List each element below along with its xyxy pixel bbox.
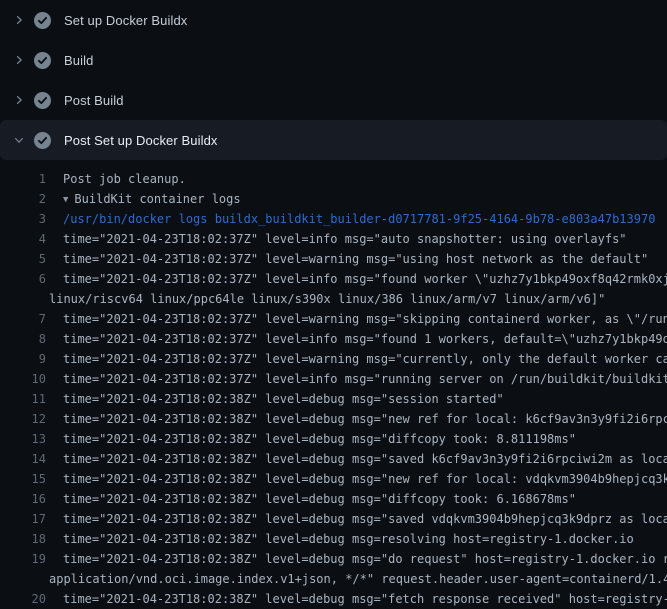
log-line-10: 10 time="2021-04-23T18:02:37Z" level=info… xyxy=(0,369,667,389)
step-label: Post Build xyxy=(64,93,124,108)
group-collapse-triangle-icon[interactable]: ▼ xyxy=(63,190,68,209)
log-text: Post job cleanup. xyxy=(63,169,186,189)
log-text: application/vnd.oci.image.index.v1+json,… xyxy=(49,569,667,589)
log-line-number[interactable]: 7 xyxy=(0,309,46,329)
log-text: time="2021-04-23T18:02:38Z" level=debug … xyxy=(63,549,667,569)
log-text: time="2021-04-23T18:02:38Z" level=debug … xyxy=(63,389,504,409)
log-area: 1 Post job cleanup. 2 ▼ BuildKit container l… xyxy=(0,160,667,609)
log-line-number[interactable]: 2 xyxy=(0,189,46,209)
log-line-number[interactable]: 6 xyxy=(0,269,46,289)
log-line-4: 4 time="2021-04-23T18:02:37Z" level=info … xyxy=(0,229,667,249)
log-line-8: 8 time="2021-04-23T18:02:37Z" level=info … xyxy=(0,329,667,349)
log-line-6: 6 time="2021-04-23T18:02:37Z" level=info … xyxy=(0,269,667,289)
log-line-number[interactable]: 17 xyxy=(0,509,46,529)
log-line-number[interactable]: 20 xyxy=(0,589,46,609)
log-line-number[interactable]: 14 xyxy=(0,449,46,469)
log-text: time="2021-04-23T18:02:37Z" level=warnin… xyxy=(63,309,667,329)
log-text: time="2021-04-23T18:02:38Z" level=debug … xyxy=(63,449,667,469)
step-row-post-set-up-docker-buildx[interactable]: Post Set up Docker Buildx xyxy=(0,120,667,160)
log-text: time="2021-04-23T18:02:38Z" level=debug … xyxy=(63,409,667,429)
log-line-number[interactable]: 5 xyxy=(0,249,46,269)
log-line-number[interactable]: 19 xyxy=(0,549,46,569)
log-line-19: 19 time="2021-04-23T18:02:38Z" level=debu… xyxy=(0,549,667,569)
check-circle-icon xyxy=(34,92,51,109)
log-command-text: /usr/bin/docker logs buildx_buildkit_bui… xyxy=(63,209,655,229)
log-line-15: 15 time="2021-04-23T18:02:38Z" level=debu… xyxy=(0,469,667,489)
log-text: time="2021-04-23T18:02:37Z" level=info m… xyxy=(63,329,667,349)
log-line-14: 14 time="2021-04-23T18:02:38Z" level=debu… xyxy=(0,449,667,469)
log-line-number[interactable]: 3 xyxy=(0,209,46,229)
step-label: Set up Docker Buildx xyxy=(64,13,187,28)
step-row-build[interactable]: Build xyxy=(0,40,667,80)
log-text: time="2021-04-23T18:02:37Z" level=warnin… xyxy=(63,249,648,269)
log-line-9: 9 time="2021-04-23T18:02:37Z" level=warni… xyxy=(0,349,667,369)
check-circle-icon xyxy=(34,12,51,29)
log-line-16: 16 time="2021-04-23T18:02:38Z" level=debu… xyxy=(0,489,667,509)
step-label: Post Set up Docker Buildx xyxy=(64,133,218,148)
log-line-number[interactable]: 12 xyxy=(0,409,46,429)
steps-list: Set up Docker Buildx Build Post Build Post … xyxy=(0,0,667,160)
log-line-number[interactable]: 18 xyxy=(0,529,46,549)
log-text: time="2021-04-23T18:02:38Z" level=debug … xyxy=(63,429,576,449)
log-line-number[interactable]: 11 xyxy=(0,389,46,409)
chevron-right-icon[interactable] xyxy=(12,53,26,67)
log-text: time="2021-04-23T18:02:38Z" level=debug … xyxy=(63,509,667,529)
log-line-2: 2 ▼ BuildKit container logs xyxy=(0,189,667,209)
log-text: linux/riscv64 linux/ppc64le linux/s390x … xyxy=(49,289,605,309)
log-text: time="2021-04-23T18:02:38Z" level=debug … xyxy=(63,589,667,609)
log-line-number[interactable]: 13 xyxy=(0,429,46,449)
log-line-1: 1 Post job cleanup. xyxy=(0,169,667,189)
log-line-continuation: application/vnd.oci.image.index.v1+json,… xyxy=(0,569,667,589)
log-line-number[interactable]: 4 xyxy=(0,229,46,249)
log-text: time="2021-04-23T18:02:38Z" level=debug … xyxy=(63,529,634,549)
log-text: time="2021-04-23T18:02:37Z" level=info m… xyxy=(63,369,667,389)
log-line-3: 3/usr/bin/docker logs buildx_buildkit_bu… xyxy=(0,209,667,229)
log-text: time="2021-04-23T18:02:37Z" level=info m… xyxy=(63,229,627,249)
log-line-5: 5 time="2021-04-23T18:02:37Z" level=warni… xyxy=(0,249,667,269)
log-line-number[interactable]: 15 xyxy=(0,469,46,489)
log-text: time="2021-04-23T18:02:37Z" level=info m… xyxy=(63,269,667,289)
chevron-right-icon[interactable] xyxy=(12,13,26,27)
log-line-13: 13 time="2021-04-23T18:02:38Z" level=debu… xyxy=(0,429,667,449)
check-circle-icon xyxy=(34,52,51,69)
log-line-number[interactable]: 8 xyxy=(0,329,46,349)
log-line-number[interactable]: 10 xyxy=(0,369,46,389)
step-row-set-up-docker-buildx[interactable]: Set up Docker Buildx xyxy=(0,0,667,40)
log-line-18: 18 time="2021-04-23T18:02:38Z" level=debu… xyxy=(0,529,667,549)
log-line-number[interactable]: 9 xyxy=(0,349,46,369)
log-line-number[interactable]: 16 xyxy=(0,489,46,509)
log-line-number[interactable]: 1 xyxy=(0,169,46,189)
chevron-down-icon[interactable] xyxy=(12,133,26,147)
log-line-continuation: linux/riscv64 linux/ppc64le linux/s390x … xyxy=(0,289,667,309)
log-text: ▼ BuildKit container logs xyxy=(63,189,241,209)
log-line-20: 20 time="2021-04-23T18:02:38Z" level=debu… xyxy=(0,589,667,609)
log-text: time="2021-04-23T18:02:37Z" level=warnin… xyxy=(63,349,667,369)
log-line-7: 7 time="2021-04-23T18:02:37Z" level=warni… xyxy=(0,309,667,329)
log-text: time="2021-04-23T18:02:38Z" level=debug … xyxy=(63,489,576,509)
log-line-17: 17 time="2021-04-23T18:02:38Z" level=debu… xyxy=(0,509,667,529)
check-circle-icon xyxy=(34,132,51,149)
log-text: time="2021-04-23T18:02:38Z" level=debug … xyxy=(63,469,667,489)
group-title[interactable]: BuildKit container logs xyxy=(74,192,240,206)
log-line-12: 12 time="2021-04-23T18:02:38Z" level=debu… xyxy=(0,409,667,429)
chevron-right-icon[interactable] xyxy=(12,93,26,107)
step-row-post-build[interactable]: Post Build xyxy=(0,80,667,120)
step-label: Build xyxy=(64,53,93,68)
log-line-11: 11 time="2021-04-23T18:02:38Z" level=debu… xyxy=(0,389,667,409)
